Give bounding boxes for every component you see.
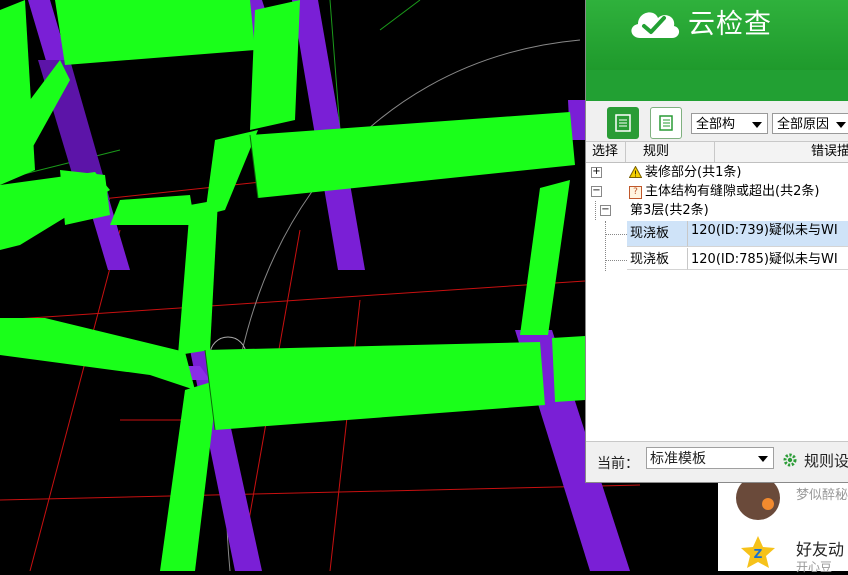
list-view-button[interactable] bbox=[607, 107, 639, 139]
tree-node-label: 主体结构有缝隙或超出(共2条) bbox=[645, 184, 820, 199]
expand-toggle[interactable]: + bbox=[591, 167, 602, 178]
background-social-panel: 梦似醉秘 Z 好友动 开心豆 bbox=[718, 470, 848, 574]
table-row[interactable]: 现浇板 120(ID:785)疑似未与WI bbox=[586, 248, 848, 270]
template-value: 标准模板 bbox=[650, 451, 706, 467]
header-bar bbox=[586, 70, 848, 101]
gear-icon[interactable] bbox=[782, 452, 798, 468]
description-cell: 120(ID:739)疑似未与WI bbox=[688, 221, 848, 247]
chevron-down-icon bbox=[752, 122, 762, 128]
cloud-check-icon bbox=[631, 12, 680, 38]
friend-activity-title[interactable]: 好友动 bbox=[796, 536, 844, 560]
svg-text:Z: Z bbox=[754, 547, 763, 561]
app-title: 云检查 bbox=[688, 9, 772, 40]
result-grid: 选择 规则 错误描 + ! 装修部分(共1条) − ? 主体结构有缝隙或超出(共… bbox=[586, 141, 848, 442]
tree-view-button[interactable] bbox=[650, 107, 682, 139]
component-filter-select[interactable]: 全部构 bbox=[691, 113, 768, 134]
column-header-description[interactable]: 错误描 bbox=[716, 142, 848, 162]
rule-settings-button[interactable]: 规则设 bbox=[804, 450, 848, 471]
tree-node-label: 第3层(共2条) bbox=[630, 203, 709, 218]
cloud-check-panel: 云检查 全部构 全部原因 选择 规则 错误描 + ! 装修部分(共1条) − ?… bbox=[585, 0, 848, 483]
svg-text:!: ! bbox=[634, 170, 637, 179]
reason-filter-value: 全部原因 bbox=[777, 117, 830, 132]
chevron-down-icon bbox=[758, 456, 768, 462]
qzone-star-icon[interactable]: Z bbox=[740, 534, 776, 570]
column-header-select[interactable]: 选择 bbox=[586, 142, 626, 162]
document-list-icon bbox=[659, 115, 673, 131]
table-row[interactable]: 现浇板 120(ID:739)疑似未与WI bbox=[586, 221, 848, 271]
list-icon bbox=[615, 114, 631, 132]
status-bar: 当前： 标准模板 规则设 bbox=[586, 441, 848, 482]
collapse-toggle[interactable]: − bbox=[600, 205, 611, 216]
question-icon: ? bbox=[629, 186, 642, 199]
tree-node-floor[interactable]: − 第3层(共2条) bbox=[586, 201, 848, 220]
friend-activity-subtitle: 开心豆 bbox=[796, 560, 833, 574]
tree-node-structure[interactable]: − ? 主体结构有缝隙或超出(共2条) bbox=[586, 182, 848, 201]
collapse-toggle[interactable]: − bbox=[591, 186, 602, 197]
chevron-down-icon bbox=[836, 122, 846, 128]
reason-filter-select[interactable]: 全部原因 bbox=[772, 113, 848, 134]
tree-node-label: 装修部分(共1条) bbox=[645, 165, 742, 180]
warning-icon: ! bbox=[629, 166, 642, 178]
toolbar: 全部构 全部原因 bbox=[586, 101, 848, 141]
component-cell: 现浇板 bbox=[627, 221, 688, 247]
grid-header: 选择 规则 错误描 bbox=[586, 142, 848, 163]
component-cell: 现浇板 bbox=[627, 248, 688, 270]
tree-node-decoration[interactable]: + ! 装修部分(共1条) bbox=[586, 163, 848, 182]
description-cell: 120(ID:785)疑似未与WI bbox=[688, 248, 848, 270]
current-template-label: 当前： bbox=[597, 456, 639, 472]
component-filter-value: 全部构 bbox=[696, 117, 736, 132]
feed-subtitle: 梦似醉秘 bbox=[796, 488, 848, 503]
template-select[interactable]: 标准模板 bbox=[646, 447, 774, 469]
column-header-rule[interactable]: 规则 bbox=[627, 142, 715, 162]
panel-header: 云检查 bbox=[586, 0, 848, 70]
